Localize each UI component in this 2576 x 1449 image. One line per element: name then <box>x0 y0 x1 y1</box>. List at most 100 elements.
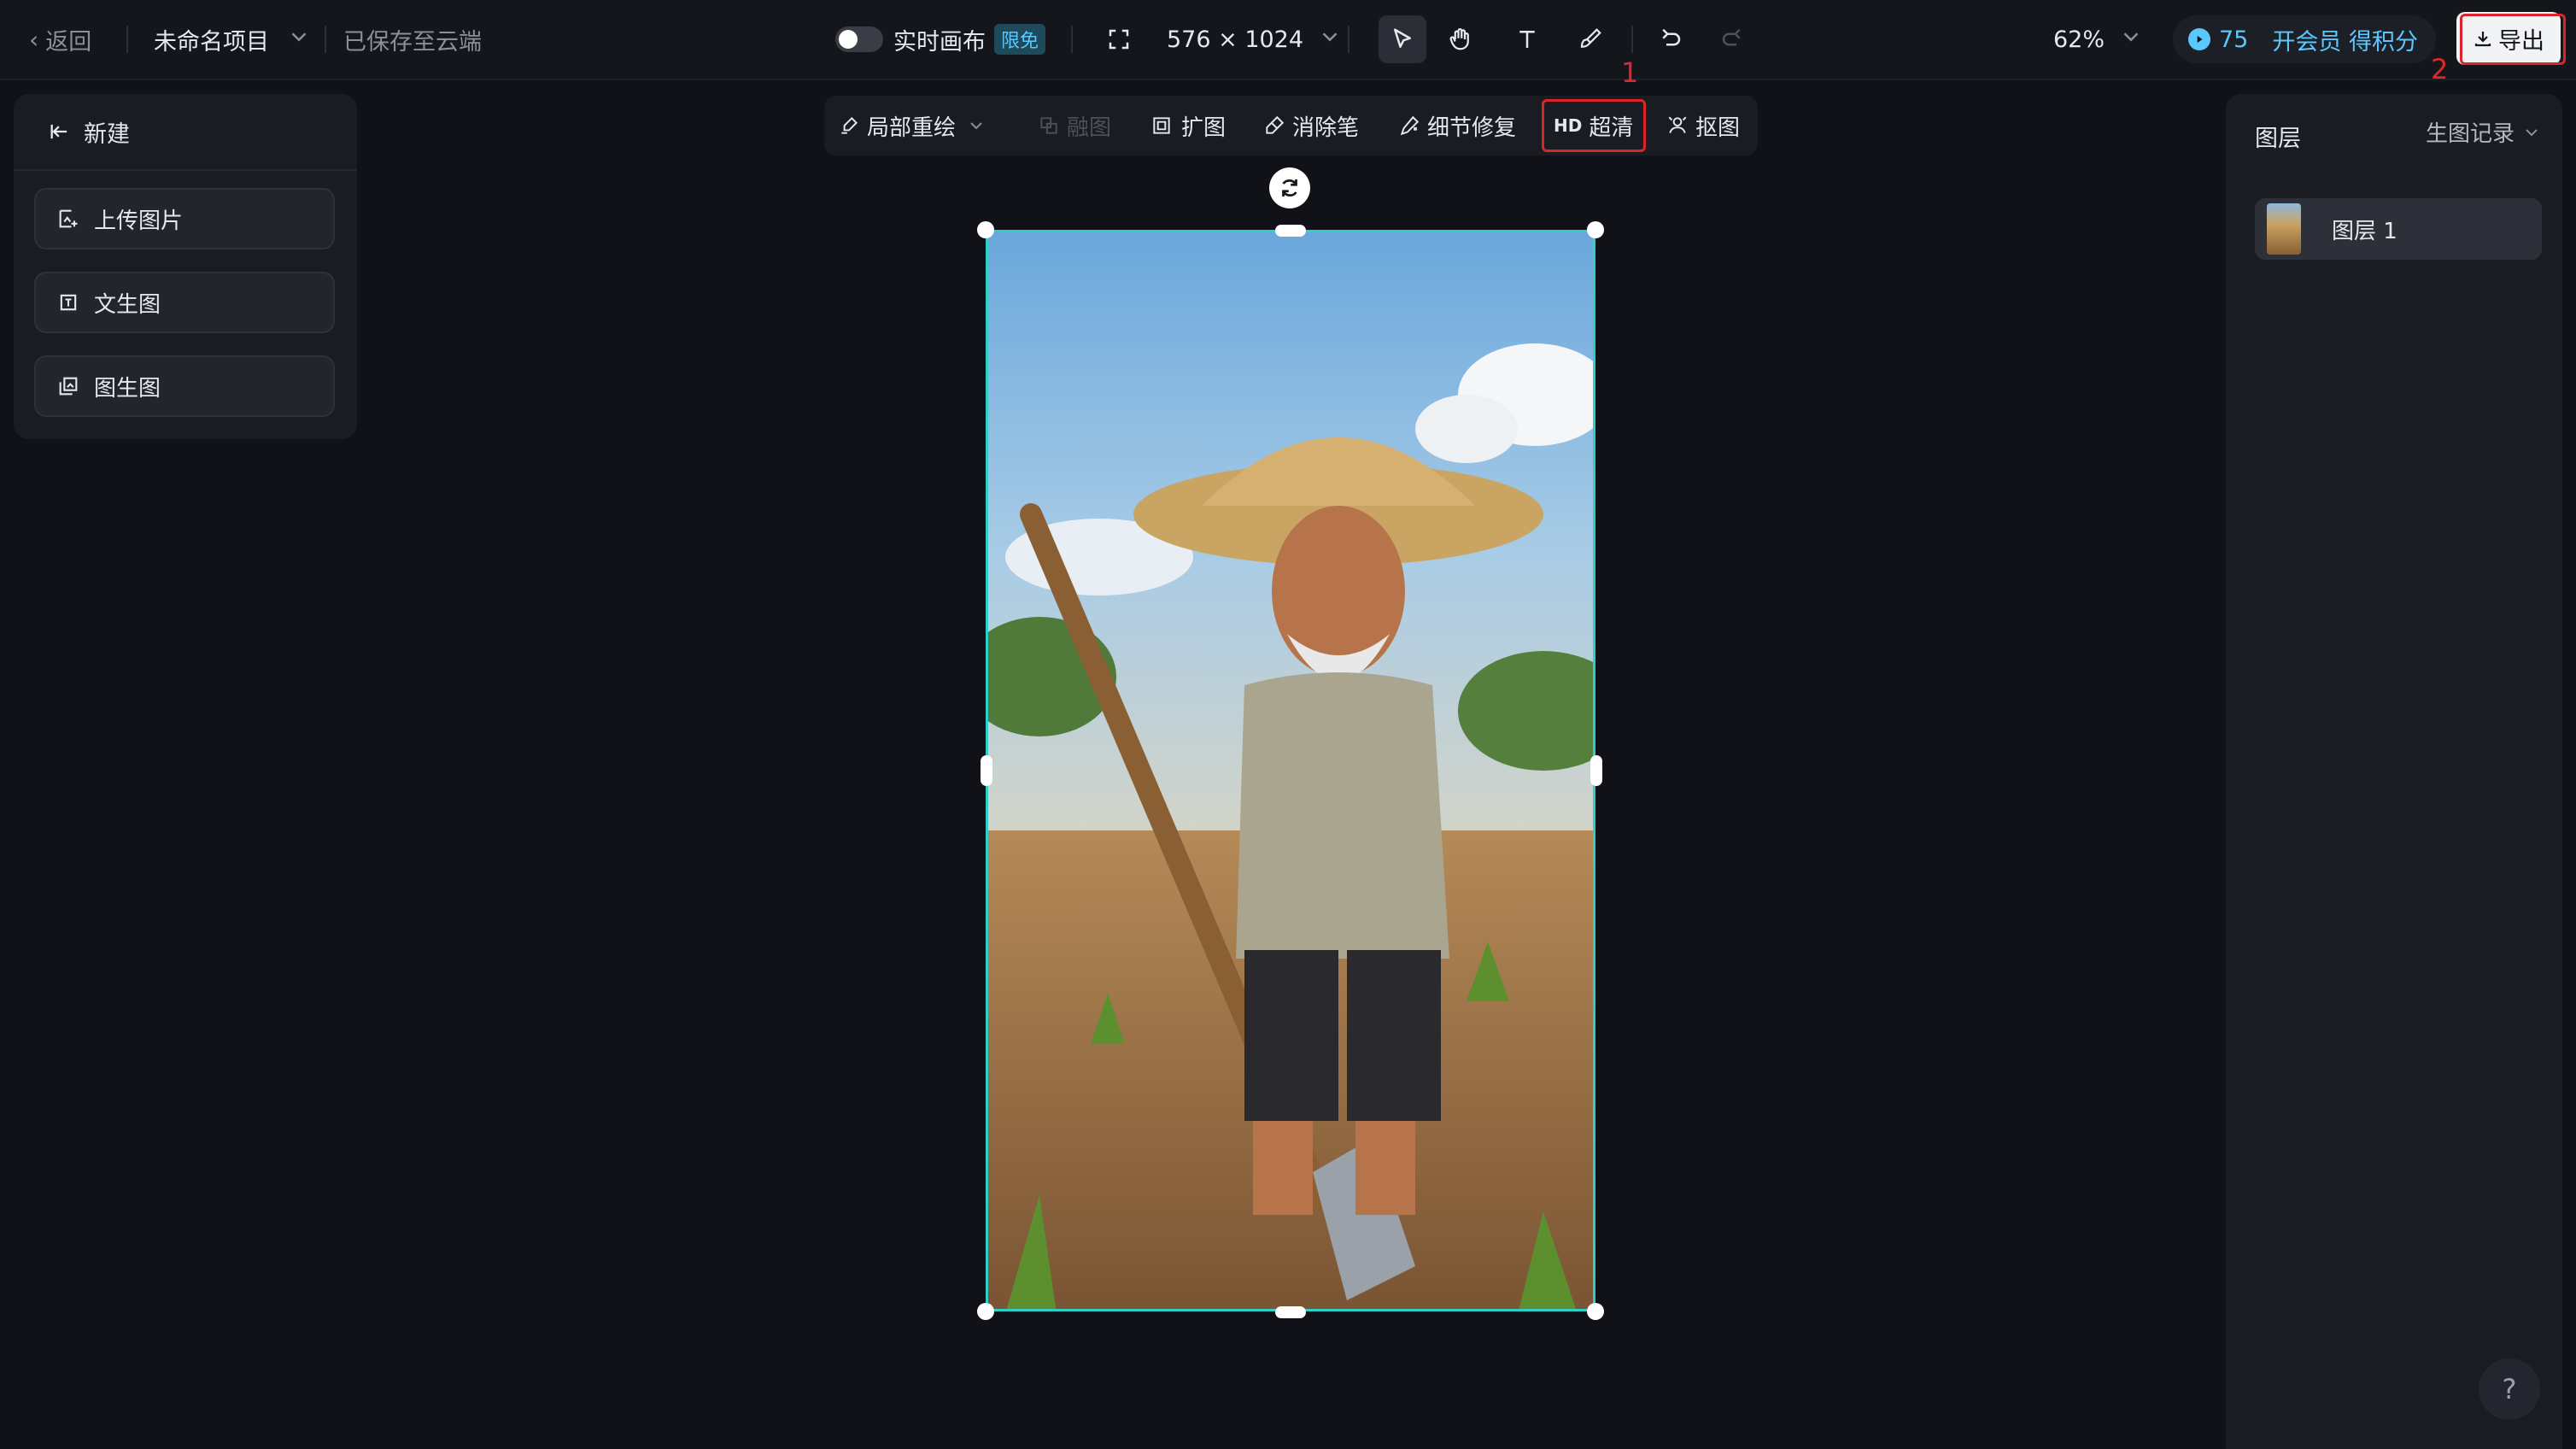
realtime-label: 实时画布 <box>893 28 986 56</box>
toggle-switch[interactable] <box>835 26 883 52</box>
divider <box>1071 26 1073 53</box>
hand-icon <box>1449 28 1469 50</box>
new-label: 新建 <box>84 120 130 148</box>
text-to-image-button[interactable]: 文生图 <box>34 272 335 333</box>
merge-icon <box>1040 117 1057 134</box>
left-panel: 新建 上传图片 文生图 图生图 <box>14 94 357 439</box>
toggle-knob <box>839 30 858 49</box>
back-label: 返回 <box>45 28 92 56</box>
layers-title: 图层 <box>2255 126 2301 152</box>
tool-label: 融图 <box>1067 114 1112 141</box>
resize-handle-right[interactable] <box>1590 755 1602 786</box>
upload-image-button[interactable]: 上传图片 <box>34 188 335 249</box>
free-badge: 限免 <box>994 24 1046 55</box>
divider <box>126 26 128 53</box>
tool-label: 细节修复 <box>1427 114 1517 141</box>
divider <box>325 26 326 53</box>
brush-repaint-icon <box>841 116 858 134</box>
resize-handle-left[interactable] <box>981 755 992 786</box>
divider <box>1631 26 1633 53</box>
image-edit-toolbar: 局部重绘 融图 扩图 消除笔 细节修复 HD 超清 抠图 <box>824 96 1758 155</box>
annotation-box-2 <box>2460 14 2566 65</box>
arrow-left-icon <box>50 124 67 139</box>
tool-merge[interactable]: 融图 <box>1038 104 1111 147</box>
realtime-canvas-toggle[interactable]: 实时画布 限免 <box>835 0 1046 79</box>
credits-pill[interactable]: 75 开会员 得积分 <box>2173 15 2436 63</box>
image-to-image-label: 图生图 <box>94 375 161 402</box>
cursor-arrow-icon <box>1394 28 1411 48</box>
tool-eraser[interactable]: 消除笔 <box>1263 104 1359 147</box>
text-tool-button[interactable] <box>1508 21 1546 58</box>
text-icon <box>1519 31 1535 48</box>
text-to-image-icon <box>60 294 77 311</box>
image-to-image-icon <box>59 377 78 396</box>
back-button[interactable]: ‹ 返回 <box>29 0 91 79</box>
resize-handle-bottom-left[interactable] <box>977 1303 994 1320</box>
annotation-number-1: 1 <box>1621 56 1639 89</box>
resize-handle-bottom[interactable] <box>1275 1306 1306 1318</box>
chevron-down-icon <box>2526 128 2538 136</box>
resize-handle-top-left[interactable] <box>977 221 994 238</box>
cutout-icon <box>1668 116 1687 133</box>
rotate-handle[interactable] <box>1269 167 1310 208</box>
credits-count: 75 <box>2219 26 2249 53</box>
text-to-image-label: 文生图 <box>94 291 161 318</box>
tool-expand[interactable]: 扩图 <box>1150 104 1226 147</box>
redo-button[interactable] <box>1713 21 1751 58</box>
new-header[interactable]: 新建 <box>14 94 357 171</box>
select-tool-button[interactable] <box>1379 15 1426 63</box>
upload-image-icon <box>59 209 78 228</box>
layer-name: 图层 1 <box>2332 218 2397 244</box>
upload-image-label: 上传图片 <box>94 208 184 234</box>
chevron-down-icon <box>970 122 982 130</box>
layers-panel: 图层 生图记录 图层 1 <box>2226 94 2562 1449</box>
history-label: 生图记录 <box>2426 121 2515 147</box>
tool-label: 消除笔 <box>1292 114 1360 141</box>
credit-coin-icon <box>2188 28 2210 50</box>
tool-partial-repaint[interactable]: 局部重绘 <box>838 104 986 147</box>
resize-handle-bottom-right[interactable] <box>1587 1303 1604 1320</box>
zoom-dropdown[interactable]: 62% <box>2053 0 2144 79</box>
detail-fix-icon <box>1400 115 1420 136</box>
project-name-dropdown[interactable]: 未命名项目 <box>154 0 312 79</box>
brush-icon <box>1580 28 1601 48</box>
divider <box>1348 26 1349 53</box>
tool-label: 扩图 <box>1181 114 1227 141</box>
layer-thumbnail <box>2267 203 2301 255</box>
top-bar: ‹ 返回 未命名项目 已保存至云端 实时画布 限免 576 × 1024 62%… <box>0 0 2576 80</box>
resize-handle-top[interactable] <box>1275 225 1306 237</box>
undo-icon <box>1662 28 1681 46</box>
chevron-down-icon <box>1317 24 1343 56</box>
zoom-level: 62% <box>2053 26 2105 53</box>
generation-history-dropdown[interactable]: 生图记录 <box>2426 116 2542 148</box>
project-name: 未命名项目 <box>154 28 269 56</box>
rotate-icon <box>1282 179 1297 197</box>
help-label: ? <box>2502 1373 2517 1405</box>
image-to-image-button[interactable]: 图生图 <box>34 355 335 417</box>
tool-cutout[interactable]: 抠图 <box>1666 104 1740 147</box>
expand-icon <box>1153 117 1170 134</box>
annotation-box-1 <box>1542 99 1646 152</box>
layer-item[interactable]: 图层 1 <box>2255 198 2542 260</box>
brush-tool-button[interactable] <box>1572 21 1609 58</box>
chevron-down-icon <box>2118 24 2144 56</box>
help-button[interactable]: ? <box>2479 1358 2540 1420</box>
hand-tool-button[interactable] <box>1442 21 1479 58</box>
farmer-illustration <box>988 232 1593 1309</box>
chevron-left-icon: ‹ <box>29 25 39 54</box>
tool-label: 抠图 <box>1695 114 1741 141</box>
resize-handle-top-right[interactable] <box>1587 221 1604 238</box>
undo-button[interactable] <box>1652 21 1689 58</box>
chevron-down-icon <box>286 24 312 56</box>
eraser-icon <box>1266 115 1285 134</box>
canvas-image[interactable] <box>986 230 1595 1311</box>
save-status: 已保存至云端 <box>343 28 482 56</box>
annotation-number-2: 2 <box>2431 53 2449 85</box>
canvas-size: 576 × 1024 <box>1167 26 1304 53</box>
tool-detail-fix[interactable]: 细节修复 <box>1398 104 1516 147</box>
redo-icon <box>1722 28 1741 46</box>
tool-label: 局部重绘 <box>867 114 957 141</box>
canvas-size-dropdown[interactable]: 576 × 1024 <box>1167 0 1343 79</box>
resize-icon[interactable] <box>1100 21 1138 58</box>
member-link[interactable]: 开会员 得积分 <box>2272 23 2418 56</box>
